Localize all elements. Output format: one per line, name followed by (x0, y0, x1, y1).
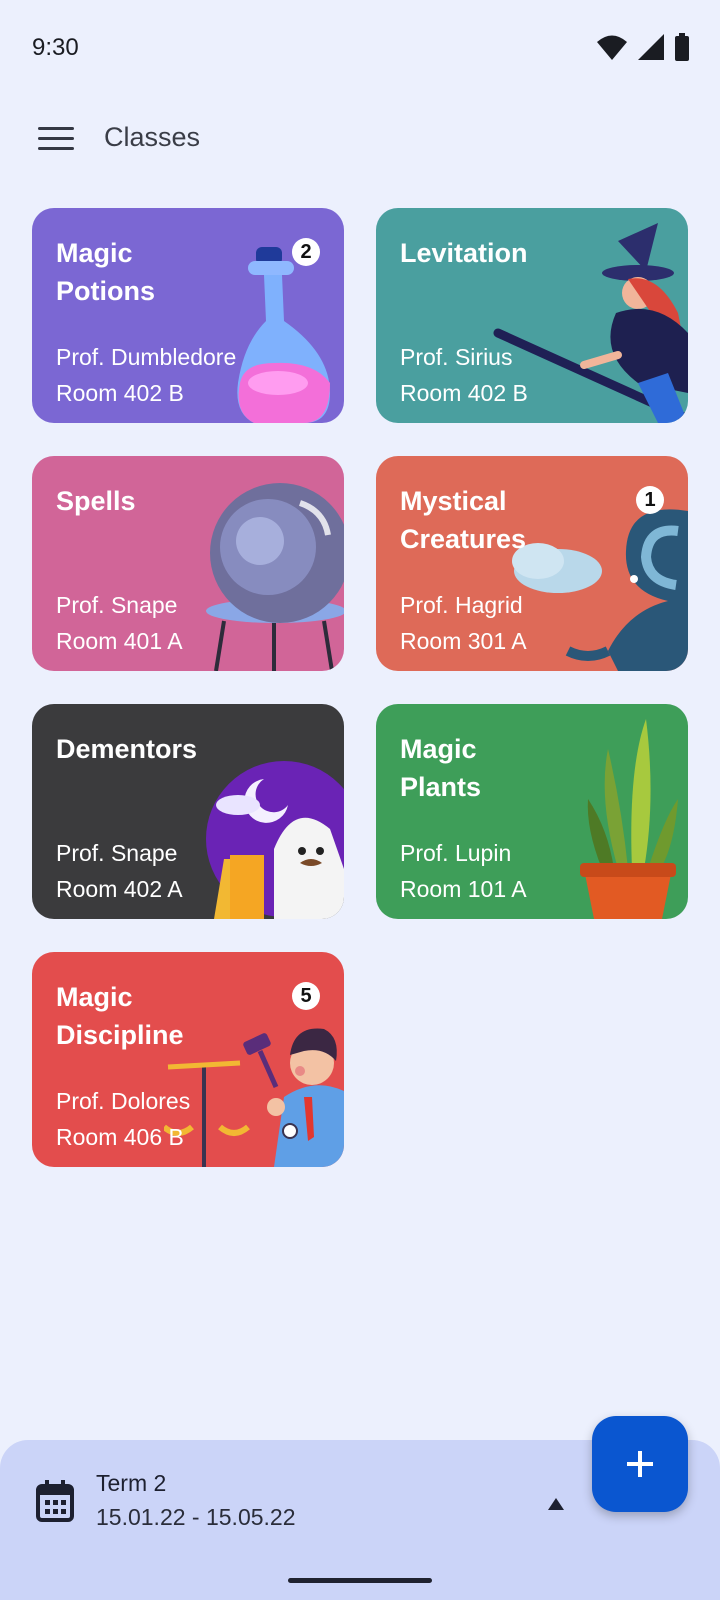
notification-badge: 2 (292, 238, 320, 266)
class-room: Room 101 A (400, 876, 527, 902)
class-professor: Prof. Hagrid (400, 592, 523, 618)
class-title: Magic Plants (400, 734, 482, 802)
class-title: Magic Discipline (56, 982, 184, 1050)
signal-icon (638, 34, 664, 60)
class-room: Room 402 A (56, 876, 183, 902)
status-time: 9:30 (32, 34, 79, 61)
class-title: Dementors (56, 734, 198, 764)
class-title: Mystical Creatures (400, 486, 527, 554)
term-dates: 15.01.22 - 15.05.22 (96, 1504, 296, 1530)
class-professor: Prof. Dolores (56, 1088, 191, 1114)
class-card-spells[interactable]: Spells Prof. Snape Room 401 A (32, 456, 344, 671)
class-title: Levitation (400, 238, 528, 268)
menu-icon (38, 126, 74, 130)
class-card-levitation[interactable]: Levitation Prof. Sirius Room 402 B (376, 208, 688, 423)
battery-icon (675, 33, 689, 61)
class-room: Room 301 A (400, 628, 527, 654)
class-room: Room 401 A (56, 628, 183, 654)
calendar-icon (36, 1480, 74, 1522)
ghost-night-icon (206, 761, 344, 919)
menu-button[interactable] (32, 118, 80, 158)
menu-icon-line (38, 146, 74, 150)
class-professor: Prof. Lupin (400, 840, 512, 866)
class-room: Room 402 B (400, 380, 528, 406)
class-title: Spells (56, 486, 136, 516)
class-card-magic-discipline[interactable]: Magic Discipline Prof. Dolores Room 406 … (32, 952, 344, 1167)
class-room: Room 402 B (56, 380, 184, 406)
class-card-magic-potions[interactable]: Magic Potions Prof. Dumbledore Room 402 … (32, 208, 344, 423)
class-room: Room 406 B (56, 1124, 184, 1150)
class-card-mystical-creatures[interactable]: Mystical Creatures Prof. Hagrid Room 301… (376, 456, 688, 671)
class-title: Magic Potions (56, 238, 155, 306)
class-professor: Prof. Snape (56, 592, 178, 618)
top-app-bar: Classes (0, 100, 720, 180)
expand-term-button[interactable] (540, 1492, 572, 1516)
wifi-icon (597, 35, 627, 60)
notification-badge: 5 (292, 982, 320, 1010)
home-indicator[interactable] (288, 1578, 432, 1583)
add-class-button[interactable] (592, 1416, 688, 1512)
class-professor: Prof. Snape (56, 840, 178, 866)
class-card-dementors[interactable]: Dementors Prof. Snape Room 402 A (32, 704, 344, 919)
class-professor: Prof. Dumbledore (56, 344, 237, 370)
class-professor: Prof. Sirius (400, 344, 513, 370)
class-card-magic-plants[interactable]: Magic Plants Prof. Lupin Room 101 A (376, 704, 688, 919)
page-title: Classes (104, 122, 201, 152)
triangle-up-icon (548, 1498, 564, 1510)
status-bar: 9:30 (0, 0, 720, 100)
plus-icon (627, 1451, 653, 1477)
menu-icon-line (38, 136, 74, 140)
status-icons (596, 33, 690, 61)
notification-badge: 1 (636, 486, 664, 514)
term-title: Term 2 (96, 1470, 167, 1496)
